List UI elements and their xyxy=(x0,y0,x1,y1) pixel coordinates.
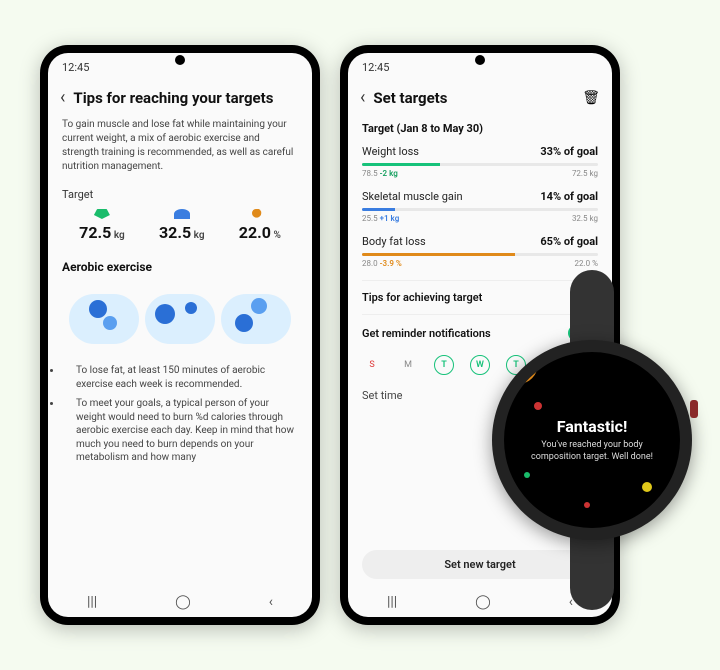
target-row: 72.5 kg 32.5 kg 22.0 % xyxy=(62,209,298,242)
day-mon[interactable]: M xyxy=(398,355,418,375)
home-icon[interactable]: ◯ xyxy=(475,594,491,610)
front-camera xyxy=(175,55,185,65)
goal-weight-loss[interactable]: Weight loss33% of goal 78.5 -2 kg72.5 kg xyxy=(362,145,598,178)
day-sun[interactable]: S xyxy=(362,355,382,375)
back-nav-icon[interactable]: ‹ xyxy=(269,594,273,610)
back-icon[interactable]: ‹ xyxy=(360,87,365,108)
set-new-target-button[interactable]: Set new target xyxy=(362,550,598,579)
tip-item: To meet your goals, a typical person of … xyxy=(62,397,298,465)
target-weight: 72.5 kg xyxy=(79,209,125,242)
watch-headline: Fantastic! xyxy=(557,417,628,436)
target-fat: 22.0 % xyxy=(239,209,281,242)
day-tue[interactable]: T xyxy=(434,355,454,375)
home-icon[interactable]: ◯ xyxy=(175,594,191,610)
tips-link[interactable]: Tips for achieving target xyxy=(362,280,598,314)
front-camera xyxy=(475,55,485,65)
android-navbar[interactable]: ||| ◯ ‹ xyxy=(48,587,312,617)
tip-item: To lose fat, at least 150 minutes of aer… xyxy=(62,364,298,391)
delete-icon[interactable]: 🗑 xyxy=(582,90,600,106)
goal-fat-loss[interactable]: Body fat loss65% of goal 28.0 -3.9 %22.0… xyxy=(362,235,598,268)
page-title: Tips for reaching your targets xyxy=(73,89,300,107)
confetti-icon xyxy=(534,402,542,410)
aerobic-graphic xyxy=(62,284,298,354)
back-icon[interactable]: ‹ xyxy=(60,87,65,108)
weight-icon xyxy=(94,209,110,219)
confetti-icon xyxy=(504,352,538,384)
confetti-icon xyxy=(584,502,590,508)
confetti-icon xyxy=(642,482,652,492)
aerobic-title: Aerobic exercise xyxy=(62,260,298,274)
muscle-icon xyxy=(174,209,190,219)
confetti-icon xyxy=(524,472,530,478)
recents-icon[interactable]: ||| xyxy=(87,594,97,610)
clock: 12:45 xyxy=(62,61,89,74)
page-title: Set targets xyxy=(373,89,574,107)
smartwatch: Fantastic! You've reached your body comp… xyxy=(482,330,702,550)
tips-list: To lose fat, at least 150 minutes of aer… xyxy=(62,364,298,465)
target-label: Target xyxy=(62,188,298,201)
fat-icon xyxy=(252,209,268,219)
recents-icon[interactable]: ||| xyxy=(387,594,397,610)
target-range: Target (Jan 8 to May 30) xyxy=(362,118,598,145)
watch-message: You've reached your body composition tar… xyxy=(524,440,660,463)
watch-crown[interactable] xyxy=(690,400,698,418)
intro-text: To gain muscle and lose fat while mainta… xyxy=(62,118,298,174)
goal-muscle-gain[interactable]: Skeletal muscle gain14% of goal 25.5 +1 … xyxy=(362,190,598,223)
phone-tips: 12:45 ‹ Tips for reaching your targets T… xyxy=(40,45,320,625)
clock: 12:45 xyxy=(362,61,389,74)
watch-face[interactable]: Fantastic! You've reached your body comp… xyxy=(504,352,680,528)
target-muscle: 32.5 kg xyxy=(159,209,205,242)
